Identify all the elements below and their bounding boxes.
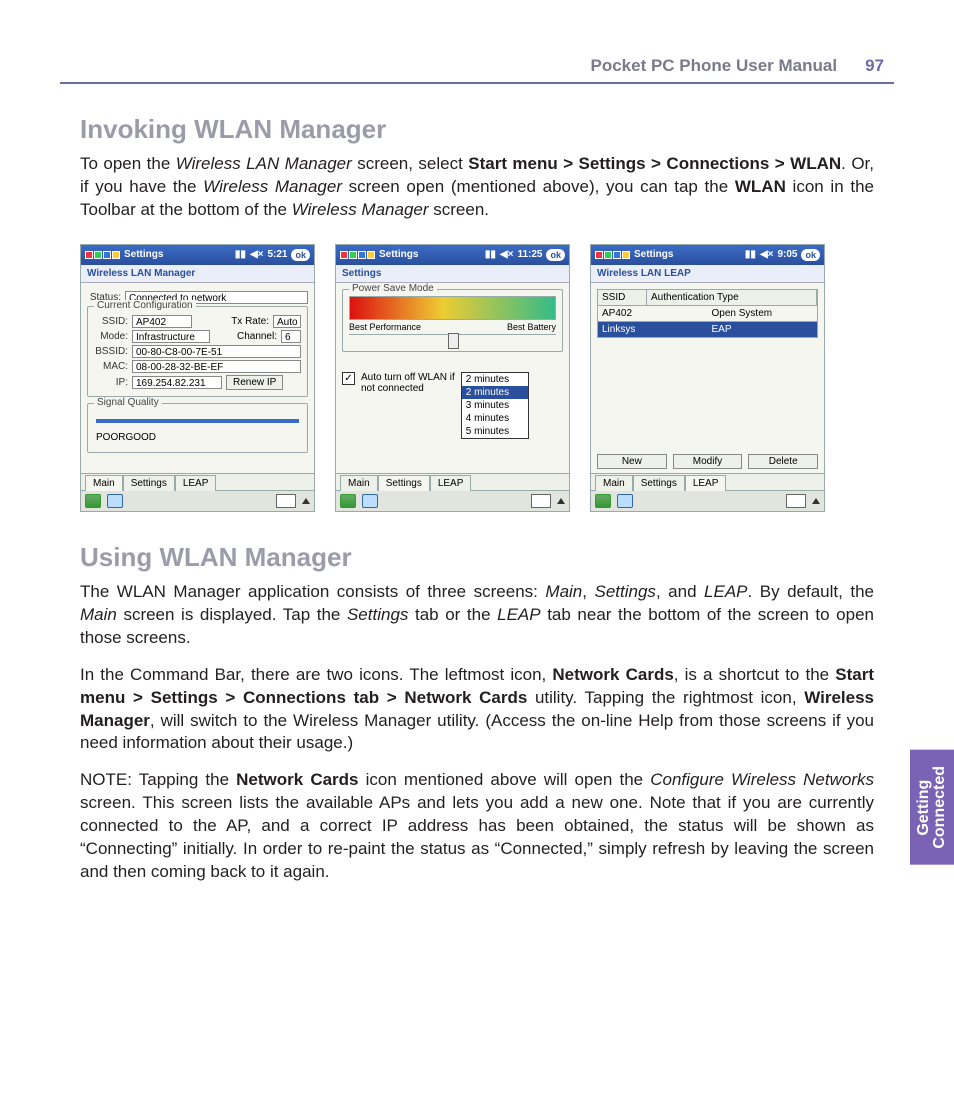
renew-ip-button[interactable]: Renew IP bbox=[226, 375, 283, 390]
section-heading-invoking: Invoking WLAN Manager bbox=[80, 114, 874, 145]
power-slider[interactable] bbox=[349, 334, 556, 347]
menu-up-icon[interactable] bbox=[302, 498, 310, 504]
paragraph: In the Command Bar, there are two icons.… bbox=[80, 664, 874, 756]
screen-title: Wireless LAN LEAP bbox=[591, 265, 824, 283]
screen-title: Settings bbox=[336, 265, 569, 283]
modify-button[interactable]: Modify bbox=[673, 454, 743, 469]
wireless-manager-icon[interactable] bbox=[362, 494, 378, 508]
table-row[interactable]: AP402Open System bbox=[597, 306, 818, 322]
wireless-manager-icon[interactable] bbox=[107, 494, 123, 508]
txrate-field: Auto bbox=[273, 315, 301, 328]
group-current-config: Current Configuration bbox=[94, 300, 196, 311]
chapter-tab: GettingConnected bbox=[910, 750, 954, 865]
ok-button[interactable]: ok bbox=[546, 249, 565, 261]
tab-leap[interactable]: LEAP bbox=[430, 475, 472, 491]
mode-field: Infrastructure bbox=[132, 330, 210, 343]
screenshot-wlan-leap: Settings ▮▮◀× 9:05 ok Wireless LAN LEAP … bbox=[590, 244, 825, 512]
keyboard-icon[interactable] bbox=[276, 494, 296, 508]
table-row[interactable]: LinksysEAP bbox=[597, 322, 818, 338]
keyboard-icon[interactable] bbox=[786, 494, 806, 508]
section-heading-using: Using WLAN Manager bbox=[80, 542, 874, 573]
keyboard-icon[interactable] bbox=[531, 494, 551, 508]
network-cards-icon[interactable] bbox=[595, 494, 611, 508]
leap-table[interactable]: SSIDAuthentication Type AP402Open System… bbox=[597, 289, 818, 338]
screen-title: Wireless LAN Manager bbox=[81, 265, 314, 283]
bssid-field: 00-80-C8-00-7E-51 bbox=[132, 345, 301, 358]
ok-button[interactable]: ok bbox=[801, 249, 820, 261]
new-button[interactable]: New bbox=[597, 454, 667, 469]
tab-main[interactable]: Main bbox=[595, 475, 633, 491]
auto-off-checkbox[interactable]: ✓ bbox=[342, 372, 355, 385]
signal-icon: ▮▮ bbox=[235, 249, 246, 260]
bar-app: Settings bbox=[124, 249, 163, 260]
start-icon[interactable] bbox=[595, 251, 630, 259]
tab-settings[interactable]: Settings bbox=[633, 475, 685, 491]
ssid-field: AP402 bbox=[132, 315, 192, 328]
paragraph: The WLAN Manager application consists of… bbox=[80, 581, 874, 650]
paragraph: To open the Wireless LAN Manager screen,… bbox=[80, 153, 874, 222]
page-header: Pocket PC Phone User Manual 97 bbox=[60, 56, 894, 84]
channel-field: 6 bbox=[281, 330, 301, 343]
tab-main[interactable]: Main bbox=[85, 475, 123, 491]
ok-button[interactable]: ok bbox=[291, 249, 310, 261]
ip-field: 169.254.82.231 bbox=[132, 376, 222, 389]
menu-up-icon[interactable] bbox=[557, 498, 565, 504]
tab-leap[interactable]: LEAP bbox=[175, 475, 217, 491]
tab-settings[interactable]: Settings bbox=[378, 475, 430, 491]
start-icon[interactable] bbox=[340, 251, 375, 259]
start-icon[interactable] bbox=[85, 251, 120, 259]
delete-button[interactable]: Delete bbox=[748, 454, 818, 469]
sound-icon: ◀× bbox=[250, 249, 264, 260]
manual-title: Pocket PC Phone User Manual bbox=[591, 56, 838, 76]
page-number: 97 bbox=[865, 56, 884, 76]
clock: 5:21 bbox=[267, 249, 287, 260]
mac-field: 08-00-28-32-BE-EF bbox=[132, 360, 301, 373]
screenshot-wlan-main: Settings ▮▮ ◀× 5:21 ok Wireless LAN Mana… bbox=[80, 244, 315, 512]
tab-main[interactable]: Main bbox=[340, 475, 378, 491]
network-cards-icon[interactable] bbox=[85, 494, 101, 508]
screenshot-wlan-settings: Settings ▮▮◀× 11:25 ok Settings Power Sa… bbox=[335, 244, 570, 512]
group-signal-quality: Signal Quality bbox=[94, 397, 162, 408]
network-cards-icon[interactable] bbox=[340, 494, 356, 508]
group-power-save: Power Save Mode bbox=[349, 283, 437, 294]
auto-off-dropdown[interactable]: 2 minutes 2 minutes 3 minutes 4 minutes … bbox=[461, 372, 529, 439]
wireless-manager-icon[interactable] bbox=[617, 494, 633, 508]
paragraph-note: NOTE: Tapping the Network Cards icon men… bbox=[80, 769, 874, 884]
power-gradient bbox=[349, 296, 556, 320]
menu-up-icon[interactable] bbox=[812, 498, 820, 504]
tab-settings[interactable]: Settings bbox=[123, 475, 175, 491]
tab-leap[interactable]: LEAP bbox=[685, 475, 727, 491]
